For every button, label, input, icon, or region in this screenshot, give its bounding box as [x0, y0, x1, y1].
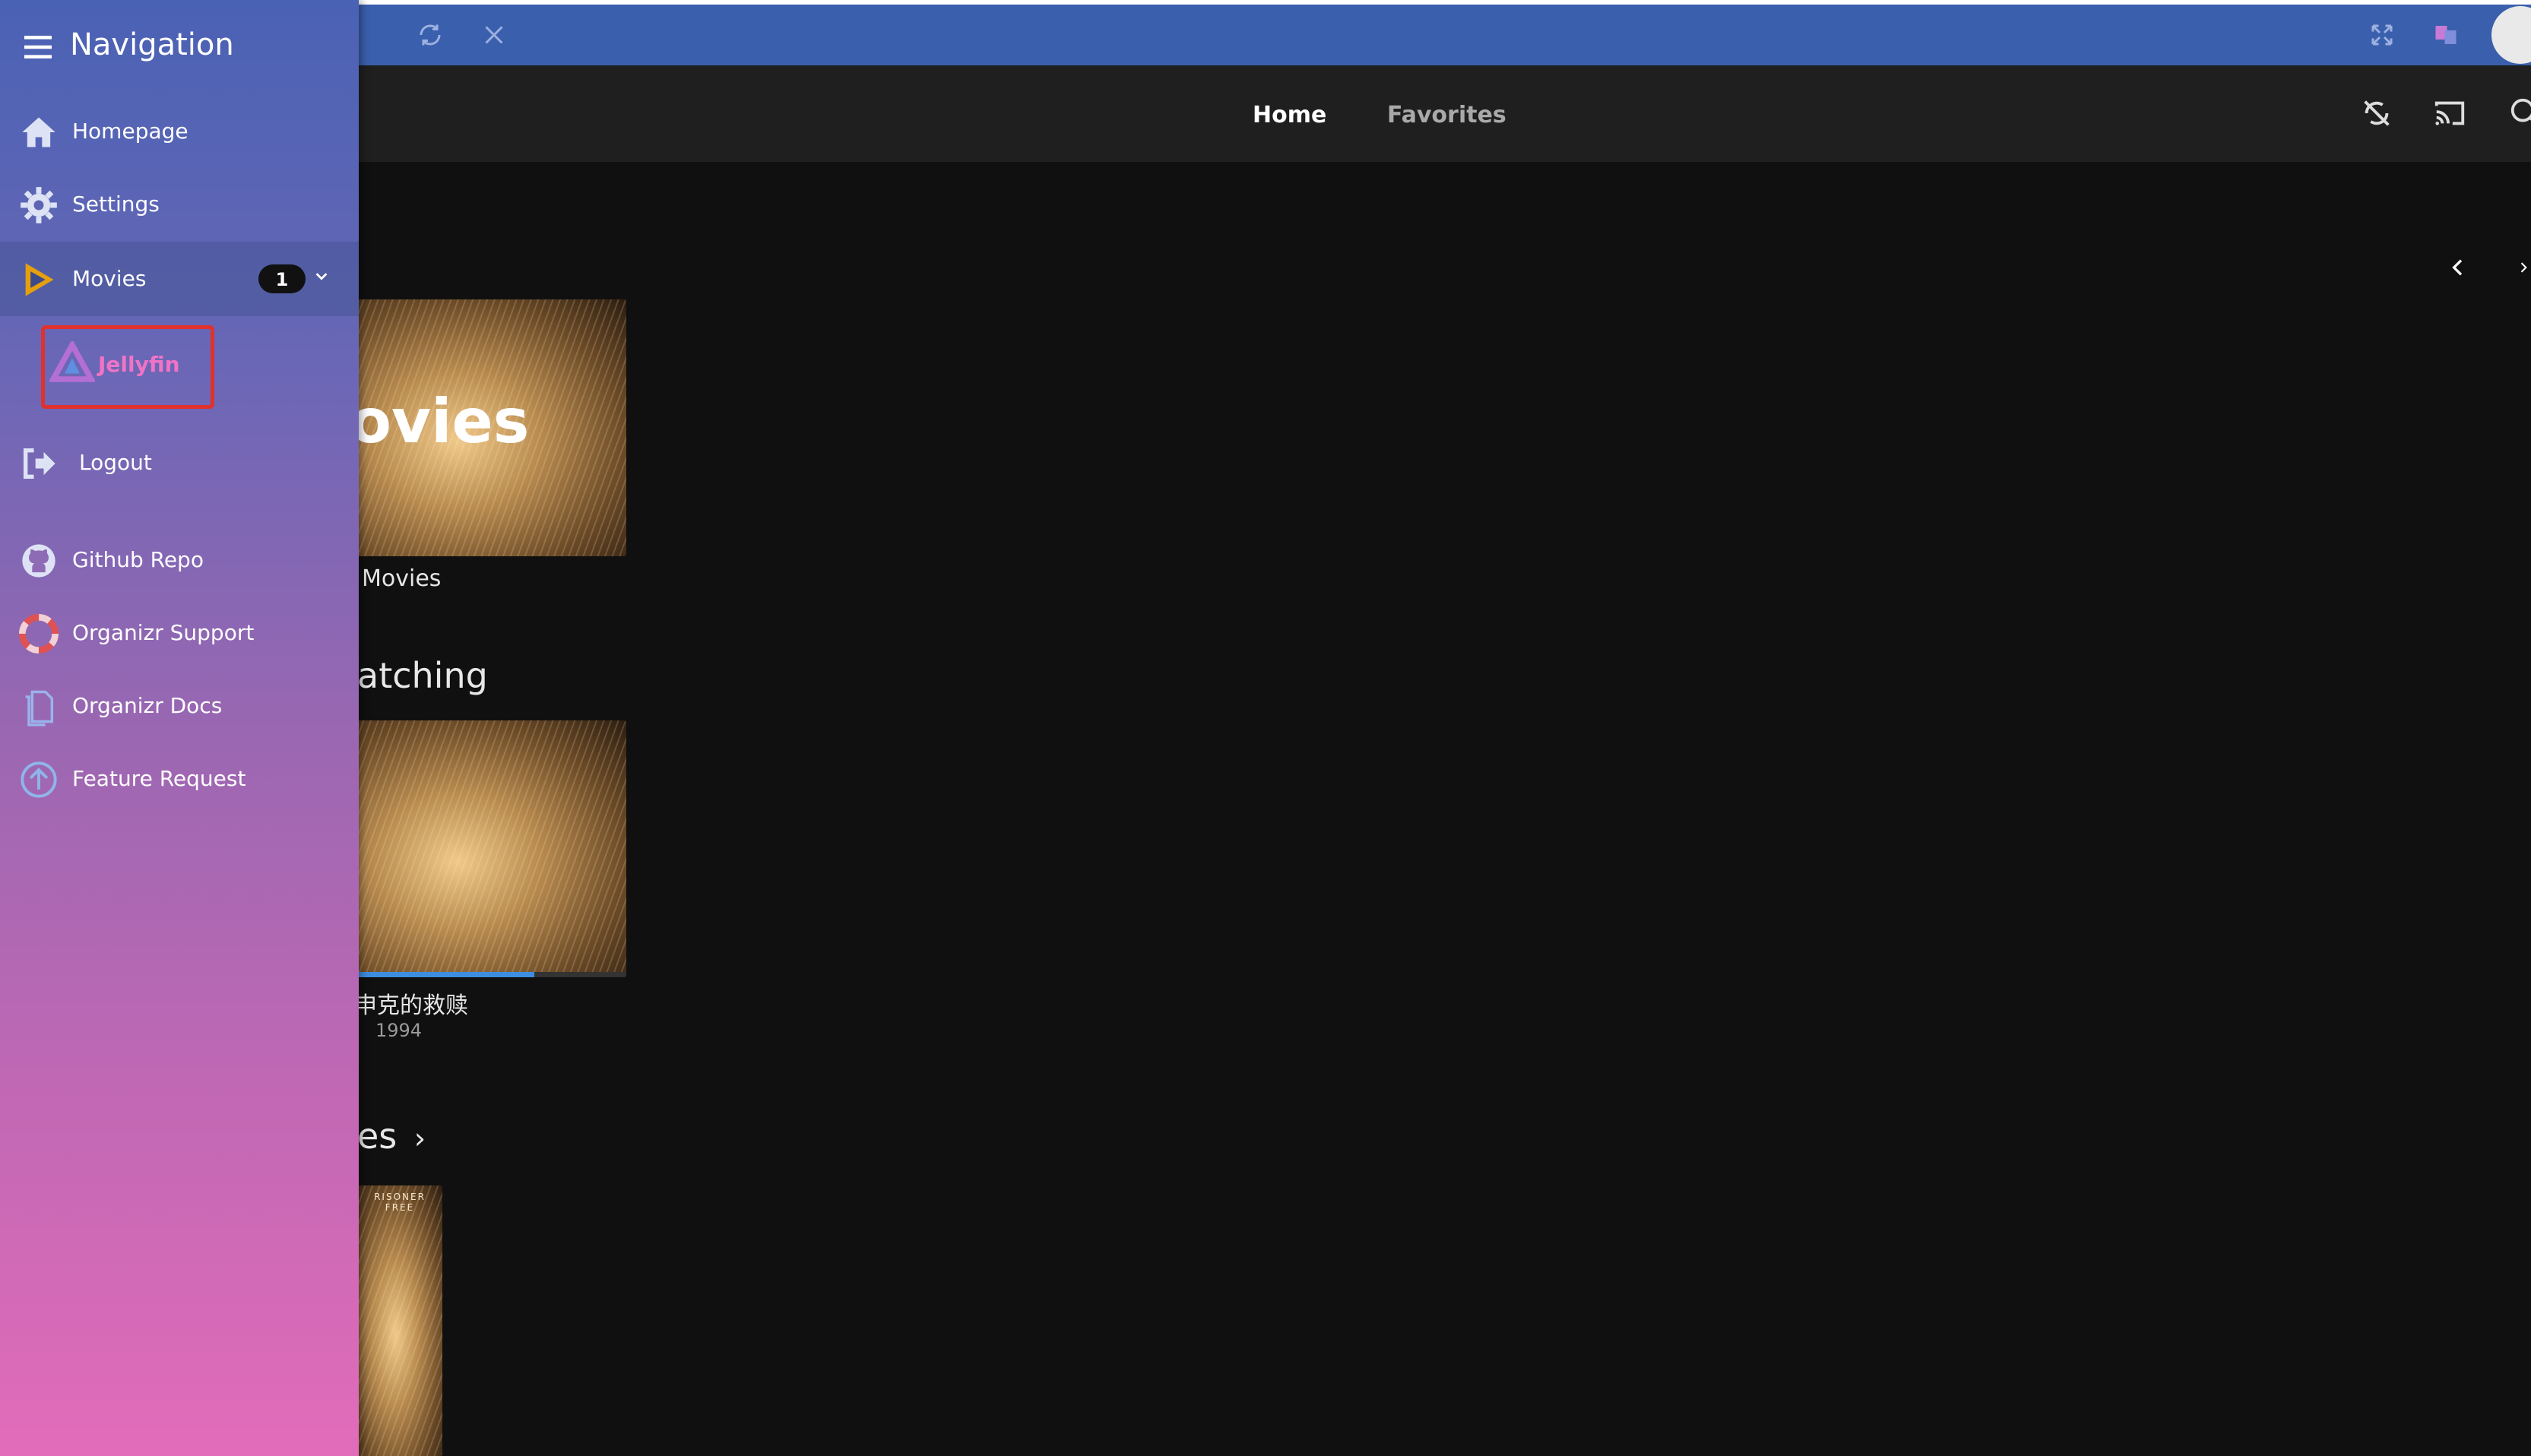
sidebar-item-feature-request[interactable]: Feature Request	[0, 745, 359, 813]
hamburger-menu-icon[interactable]	[21, 33, 55, 61]
navigation-sidebar: Navigation Homepage Settings Movies 1 Je…	[0, 0, 359, 1456]
library-card-movies[interactable]: ovies	[319, 299, 626, 556]
poster-text: RISONER FREE	[374, 1192, 426, 1213]
sidebar-item-github-repo[interactable]: Github Repo	[0, 526, 359, 594]
logout-icon	[17, 444, 61, 483]
user-avatar[interactable]	[2491, 6, 2531, 64]
fullscreen-icon[interactable]	[2368, 21, 2396, 49]
close-icon[interactable]	[480, 21, 508, 49]
scroll-right-icon[interactable]	[2516, 252, 2531, 283]
tab-home[interactable]: Home	[1253, 102, 1326, 128]
sidebar-item-organizr-docs[interactable]: Organizr Docs	[0, 672, 359, 740]
cast-icon[interactable]	[2432, 96, 2467, 131]
section-title-latest[interactable]: es ›	[357, 1116, 426, 1157]
home-icon	[17, 112, 61, 152]
section-title-continue-watching[interactable]: atching	[357, 655, 488, 696]
refresh-icon[interactable]	[417, 21, 444, 49]
sidebar-item-logout[interactable]: Logout	[0, 429, 359, 497]
gear-icon	[17, 185, 61, 225]
sidebar-item-label: Organizr Docs	[72, 693, 223, 718]
sidebar-item-label: Organizr Support	[72, 620, 255, 645]
docs-icon	[17, 687, 61, 726]
card-image-texture	[319, 720, 626, 977]
sidebar-item-label: Settings	[72, 191, 160, 217]
sidebar-item-jellyfin[interactable]: Jellyfin	[41, 325, 214, 409]
item-title[interactable]: 申克的救赎	[354, 986, 468, 1020]
lifebuoy-icon	[17, 614, 61, 654]
arrow-up-circle-icon	[17, 760, 61, 799]
sidebar-item-label: Logout	[79, 450, 152, 475]
card-image-texture	[357, 1185, 442, 1456]
browser-top-bar	[0, 5, 2531, 65]
sidebar-item-homepage[interactable]: Homepage	[0, 97, 359, 166]
sidebar-item-label: Github Repo	[72, 547, 204, 572]
sidebar-title: Navigation	[70, 27, 234, 62]
jellyfin-app: Home Favorites ovies Movies atching 申克的救…	[0, 65, 2531, 1456]
chevron-down-icon[interactable]	[313, 267, 330, 284]
sidebar-item-label: Feature Request	[72, 766, 246, 791]
plex-play-icon	[17, 260, 61, 299]
library-card-label[interactable]: Movies	[362, 565, 441, 592]
jellyfin-icon	[48, 339, 97, 387]
count-badge: 1	[258, 264, 306, 293]
item-year: 1994	[375, 1020, 423, 1041]
library-card-overlay-text: ovies	[350, 386, 530, 457]
sidebar-item-label: Homepage	[72, 119, 188, 144]
section-title-latest-text[interactable]: es	[357, 1116, 397, 1157]
translate-icon[interactable]	[2432, 21, 2460, 49]
scroll-left-icon[interactable]	[2446, 252, 2470, 283]
sidebar-item-label: Movies	[72, 266, 147, 291]
sidebar-item-label: Jellyfin	[98, 352, 180, 377]
progress-track	[319, 972, 626, 977]
sidebar-item-settings[interactable]: Settings	[0, 170, 359, 239]
chevron-right-icon[interactable]: ›	[414, 1122, 426, 1155]
github-icon	[17, 541, 61, 581]
sidebar-item-organizr-support[interactable]: Organizr Support	[0, 599, 359, 667]
continue-watching-card[interactable]	[319, 720, 626, 977]
sync-disabled-icon[interactable]	[2359, 96, 2394, 131]
app-header: Home Favorites	[0, 65, 2531, 162]
latest-poster[interactable]: RISONER FREE	[357, 1185, 442, 1456]
search-icon[interactable]	[2508, 96, 2531, 131]
sidebar-item-movies[interactable]: Movies 1	[0, 242, 359, 316]
tab-favorites[interactable]: Favorites	[1387, 102, 1506, 128]
